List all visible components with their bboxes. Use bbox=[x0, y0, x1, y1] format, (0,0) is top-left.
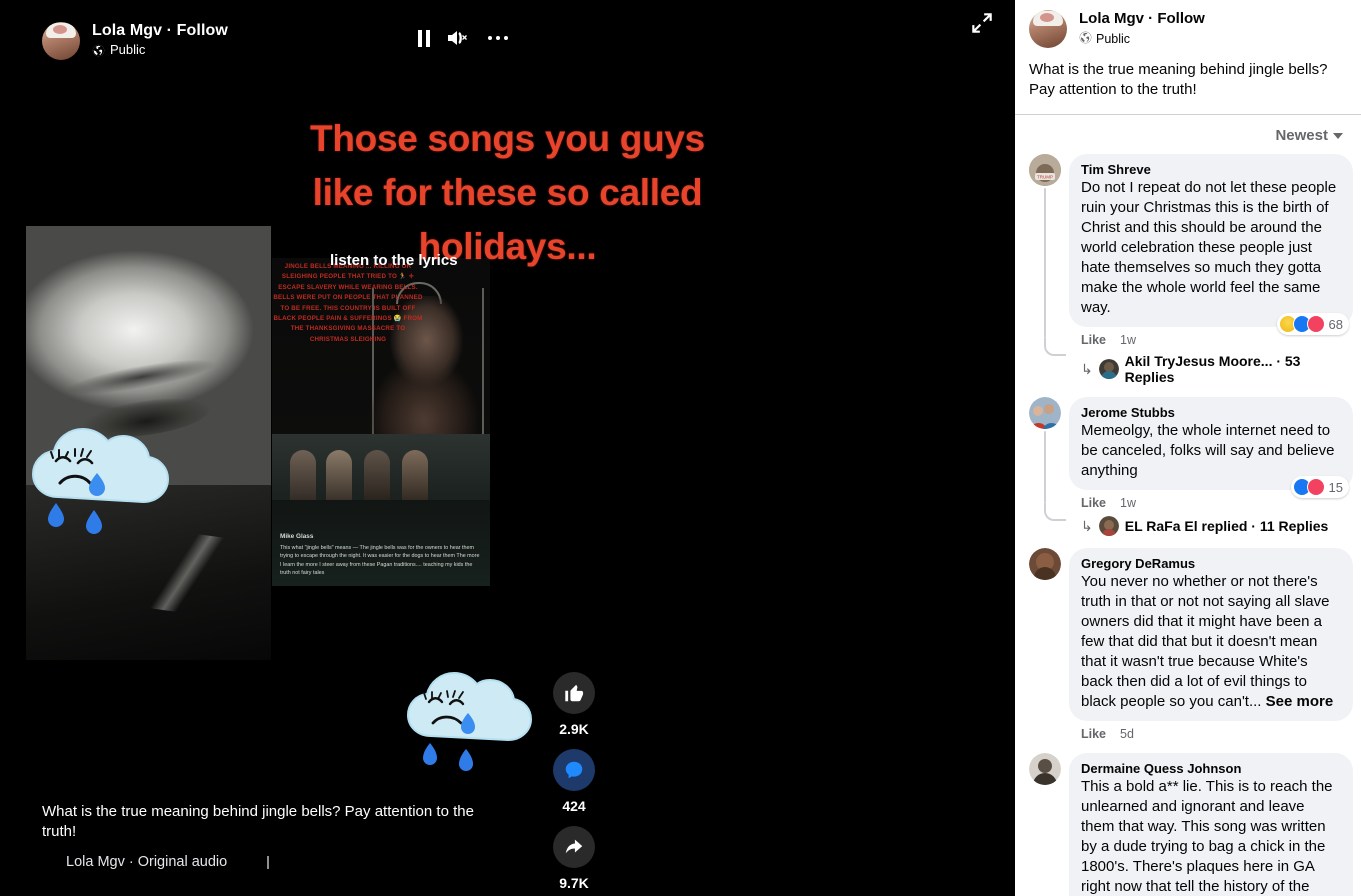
comment-sort-label: Newest bbox=[1275, 127, 1328, 144]
comment-bubble-icon[interactable] bbox=[553, 749, 595, 791]
comment-meta: Like 1w 15 bbox=[1069, 476, 1353, 510]
video-privacy-label: Public bbox=[110, 42, 146, 58]
comment-like-button[interactable]: Like bbox=[1081, 727, 1106, 741]
comment-text: This a bold a** lie. This is to reach th… bbox=[1081, 778, 1333, 895]
comment-replies-link[interactable]: ↳ Akil TryJesus Moore... · 53 Replies bbox=[1069, 347, 1353, 385]
replies-label: Akil TryJesus Moore... · 53 Replies bbox=[1124, 353, 1301, 385]
avatar[interactable] bbox=[1029, 397, 1061, 429]
comment-item: Dermaine Quess Johnson This a bold a** l… bbox=[1029, 753, 1353, 896]
comment-text: You never no whether or not there's trut… bbox=[1081, 572, 1341, 712]
overlay-line-1: Those songs you guys bbox=[310, 118, 705, 159]
video-audio-label[interactable]: Lola Mgv · Original audio bbox=[66, 854, 227, 870]
comment-meta: Like 5d bbox=[1069, 721, 1353, 741]
listen-to-lyrics-label: listen to the lyrics bbox=[330, 252, 458, 269]
lyrics-red-text: JINGLE BELLS MEANING ... KILLING OR SLEI… bbox=[273, 263, 423, 343]
ellipsis-icon[interactable] bbox=[488, 36, 508, 40]
comment-author[interactable]: Dermaine Quess Johnson bbox=[1081, 761, 1341, 777]
lyrics-caption-text: This what "jingle bells" means — The jin… bbox=[280, 544, 480, 577]
avatar[interactable] bbox=[1029, 548, 1061, 580]
globe-icon bbox=[92, 44, 105, 57]
volume-muted-icon[interactable] bbox=[446, 28, 472, 48]
comment-timestamp[interactable]: 1w bbox=[1120, 496, 1136, 510]
love-reaction-icon bbox=[1306, 315, 1325, 333]
video-controls[interactable] bbox=[418, 28, 508, 48]
comment-text: Memeolgy, the whole internet need to be … bbox=[1081, 422, 1335, 479]
video-caption-block: What is the true meaning behind jingle b… bbox=[42, 802, 955, 870]
crying-cloud-icon bbox=[398, 648, 548, 778]
avatar[interactable] bbox=[1029, 10, 1067, 48]
replies-label: EL RaFa El replied · 11 Replies bbox=[1124, 518, 1329, 534]
chevron-down-icon bbox=[1333, 132, 1343, 139]
share-count: 9.7K bbox=[559, 875, 589, 891]
pause-icon[interactable] bbox=[418, 29, 430, 47]
video-audio-row[interactable]: Lola Mgv · Original audio bbox=[42, 854, 955, 870]
like-count: 2.9K bbox=[559, 721, 589, 737]
lyrics-graphic: JINGLE BELLS MEANING ... KILLING OR SLEI… bbox=[272, 258, 490, 586]
svg-text:TRUMP: TRUMP bbox=[1037, 175, 1053, 180]
avatar[interactable] bbox=[42, 22, 80, 60]
see-more-link[interactable]: See more bbox=[1266, 693, 1334, 710]
video-author-name[interactable]: Lola Mgv · Follow bbox=[92, 22, 228, 40]
comment-replies-link[interactable]: ↳ EL RaFa El replied · 11 Replies bbox=[1069, 510, 1353, 536]
post-author-name[interactable]: Lola Mgv · Follow bbox=[1079, 10, 1205, 28]
like-button[interactable]: 2.9K bbox=[553, 672, 595, 737]
crying-cloud-icon bbox=[22, 405, 187, 540]
globe-icon bbox=[1079, 31, 1092, 48]
video-watch-page: Lola Mgv · Follow Public JINGLE BELLS ME… bbox=[0, 0, 1361, 896]
reply-arrow-icon: ↳ bbox=[1081, 360, 1093, 377]
video-player[interactable]: Lola Mgv · Follow Public JINGLE BELLS ME… bbox=[0, 0, 1015, 896]
post-header: Lola Mgv · Follow Public What is the tru… bbox=[1015, 0, 1361, 114]
comment-timestamp[interactable]: 1w bbox=[1120, 333, 1136, 347]
comment-item: TRUMP Tim Shreve Do not I repeat do not … bbox=[1029, 154, 1353, 385]
reaction-count: 15 bbox=[1328, 479, 1343, 495]
post-privacy: Public bbox=[1079, 31, 1205, 48]
avatar bbox=[1098, 516, 1119, 536]
lyrics-caption-block: Mike Glass This what "jingle bells" mean… bbox=[280, 533, 482, 578]
comment-bubble: Dermaine Quess Johnson This a bold a** l… bbox=[1069, 753, 1353, 896]
comment-item: Jerome Stubbs Memeolgy, the whole intern… bbox=[1029, 397, 1353, 536]
avatar bbox=[1098, 359, 1119, 379]
comment-author[interactable]: Gregory DeRamus bbox=[1081, 556, 1341, 572]
reaction-count: 68 bbox=[1328, 316, 1343, 332]
comment-like-button[interactable]: Like bbox=[1081, 496, 1106, 510]
post-text: What is the true meaning behind jingle b… bbox=[1029, 61, 1328, 98]
lyrics-caption-author: Mike Glass bbox=[280, 533, 314, 541]
avatar[interactable]: TRUMP bbox=[1029, 154, 1061, 186]
audio-divider bbox=[267, 855, 270, 869]
comment-bubble: Gregory DeRamus You never no whether or … bbox=[1069, 548, 1353, 721]
post-privacy-label: Public bbox=[1096, 32, 1131, 46]
comment-timestamp[interactable]: 5d bbox=[1120, 727, 1134, 741]
comment-like-button[interactable]: Like bbox=[1081, 333, 1106, 347]
comment-meta: Like 1w 68 bbox=[1069, 313, 1353, 347]
expand-arrows-icon[interactable] bbox=[969, 10, 995, 36]
video-caption-text: What is the true meaning behind jingle b… bbox=[42, 803, 474, 840]
reply-arrow-icon: ↳ bbox=[1081, 517, 1093, 534]
comment-list[interactable]: TRUMP Tim Shreve Do not I repeat do not … bbox=[1015, 154, 1361, 896]
comment-bubble: Tim Shreve Do not I repeat do not let th… bbox=[1069, 154, 1353, 327]
comment-text-body: You never no whether or not there's trut… bbox=[1081, 573, 1330, 710]
comment-text: Do not I repeat do not let these people … bbox=[1081, 179, 1337, 316]
comments-panel: Lola Mgv · Follow Public What is the tru… bbox=[1015, 0, 1361, 896]
reaction-summary[interactable]: 15 bbox=[1290, 476, 1349, 498]
comment-item: Gregory DeRamus You never no whether or … bbox=[1029, 548, 1353, 741]
comment-author[interactable]: Tim Shreve bbox=[1081, 162, 1341, 178]
comment-author[interactable]: Jerome Stubbs bbox=[1081, 405, 1341, 421]
love-reaction-icon bbox=[1306, 478, 1325, 496]
thumbs-up-icon[interactable] bbox=[553, 672, 595, 714]
comment-sort-selector[interactable]: Newest bbox=[1015, 115, 1361, 154]
overlay-line-2: like for these so called bbox=[312, 172, 703, 213]
avatar[interactable] bbox=[1029, 753, 1061, 785]
reaction-summary[interactable]: 68 bbox=[1276, 313, 1349, 335]
video-privacy: Public bbox=[92, 42, 228, 58]
